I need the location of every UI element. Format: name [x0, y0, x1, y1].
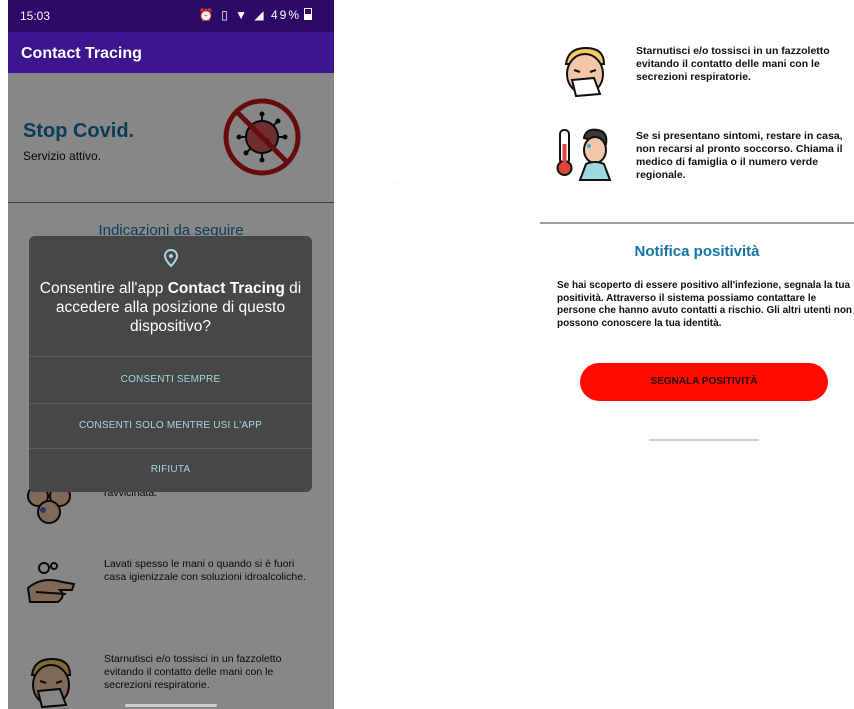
status-bar: 15:03 ⏰ ▯ ▼ ◢ 49% — [8, 0, 334, 32]
allow-while-using-button[interactable]: CONSENTI SOLO MENTRE USI L'APP — [29, 403, 312, 448]
tip-text: Starnutisci e/o tossisci in un fazzolett… — [636, 45, 830, 83]
battery-icon — [304, 8, 312, 20]
vibrate-icon: ▯ — [221, 8, 230, 22]
fever-icon — [556, 124, 614, 182]
divider — [540, 222, 854, 224]
alarm-icon: ⏰ — [198, 8, 216, 22]
app-title: Contact Tracing — [21, 45, 142, 62]
home-indicator[interactable] — [649, 439, 759, 441]
tip-text: Se si presentano sintomi, restare in cas… — [636, 130, 843, 181]
notification-title: Notifica positività — [634, 243, 760, 260]
location-pin-icon — [163, 248, 179, 268]
location-permission-dialog: Consentire all'app Contact Tracing di ac… — [29, 236, 312, 492]
home-indicator[interactable] — [125, 704, 217, 707]
sneeze-icon — [556, 42, 614, 100]
dialog-app-name: Contact Tracing — [167, 280, 285, 297]
battery-percent: 49% — [270, 8, 301, 22]
stray-dot — [397, 182, 398, 183]
deny-button[interactable]: RIFIUTA — [29, 448, 312, 492]
report-positivity-button[interactable]: SEGNALA POSITIVITÀ — [580, 363, 828, 401]
right-phone-screen: Starnutisci e/o tossisci in un fazzolett… — [540, 14, 854, 444]
app-bar: Contact Tracing — [8, 32, 334, 73]
signal-icon: ◢ — [254, 8, 266, 22]
allow-always-button[interactable]: CONSENTI SEMPRE — [29, 356, 312, 403]
left-phone-screen: 15:03 ⏰ ▯ ▼ ◢ 49% Contact Tracing Stop C… — [8, 0, 334, 709]
status-icons: ⏰ ▯ ▼ ◢ 49% — [199, 8, 312, 22]
dialog-title: Consentire all'app Contact Tracing di ac… — [39, 280, 302, 335]
notification-text: Se hai scoperto di essere positivo all'i… — [557, 280, 853, 329]
wifi-icon: ▼ — [235, 8, 250, 22]
status-time: 15:03 — [20, 9, 51, 23]
